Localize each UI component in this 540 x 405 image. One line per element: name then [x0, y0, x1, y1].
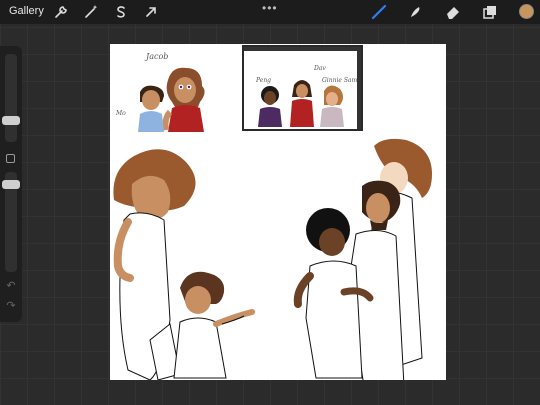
- magic-wand-icon[interactable]: [82, 3, 100, 21]
- label-jacob: Jacob: [146, 52, 169, 61]
- undo-icon[interactable]: ↶: [5, 280, 17, 292]
- label-mo: Mo: [116, 110, 126, 117]
- more-dots-icon[interactable]: •••: [262, 1, 278, 15]
- modify-button[interactable]: [6, 154, 15, 163]
- redo-icon[interactable]: ↷: [5, 300, 17, 312]
- arrow-cursor-icon[interactable]: [142, 3, 160, 21]
- brush-size-thumb[interactable]: [2, 116, 20, 125]
- smudge-icon[interactable]: [406, 3, 424, 21]
- label-peng: Peng: [256, 77, 272, 84]
- eraser-icon[interactable]: [444, 3, 462, 21]
- drawing-canvas[interactable]: Jacob Mo Peng Dav Ginnie Sam: [110, 44, 446, 380]
- brush-icon[interactable]: [370, 3, 388, 21]
- brush-size-slider[interactable]: [2, 54, 20, 142]
- wrench-icon[interactable]: [52, 3, 70, 21]
- opacity-slider[interactable]: [2, 172, 20, 272]
- left-sidebar: ↶ ↷: [0, 46, 22, 322]
- label-dav: Dav: [314, 65, 326, 72]
- sketch-left-pair: [113, 149, 255, 380]
- selection-s-icon[interactable]: [112, 3, 130, 21]
- top-toolbar: Gallery •••: [0, 0, 540, 24]
- layers-icon[interactable]: [481, 3, 499, 21]
- opacity-thumb[interactable]: [2, 180, 20, 189]
- sketch-right-group: [293, 138, 432, 380]
- color-picker-swatch[interactable]: [519, 4, 534, 19]
- label-ginnie-sam: Ginnie Sam: [322, 77, 358, 84]
- gallery-button[interactable]: Gallery: [9, 5, 44, 17]
